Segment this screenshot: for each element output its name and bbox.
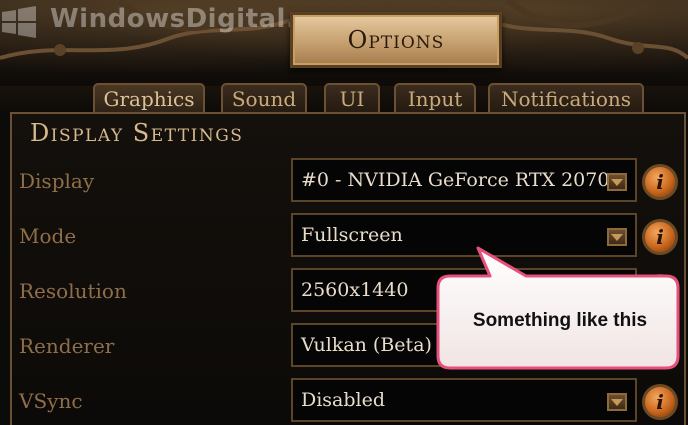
resolution-value: 2560x1440 — [301, 279, 409, 301]
chevron-down-icon[interactable] — [607, 393, 627, 411]
page-title: Options — [347, 26, 445, 54]
right-ornament — [488, 0, 688, 60]
tab-sound[interactable]: Sound — [221, 83, 307, 113]
tab-notifications[interactable]: Notifications — [488, 83, 644, 113]
chevron-down-icon[interactable] — [607, 173, 627, 191]
vsync-value: Disabled — [301, 389, 386, 411]
section-title: Display Settings — [30, 119, 244, 147]
info-icon[interactable]: i — [642, 164, 678, 200]
resolution-label: Resolution — [19, 279, 127, 303]
display-value: #0 - NVIDIA GeForce RTX 2070 — [301, 169, 610, 191]
watermark-logo-icon — [2, 6, 36, 38]
callout-bubble — [436, 246, 680, 370]
tab-graphics[interactable]: Graphics — [93, 83, 205, 113]
tab-ui[interactable]: UI — [324, 83, 380, 113]
mode-value: Fullscreen — [301, 224, 403, 246]
tab-input[interactable]: Input — [394, 83, 476, 113]
renderer-label: Renderer — [19, 334, 115, 358]
display-label: Display — [19, 169, 95, 193]
display-dropdown[interactable]: #0 - NVIDIA GeForce RTX 2070 — [291, 158, 637, 202]
mode-label: Mode — [19, 224, 77, 248]
vsync-label: VSync — [19, 389, 83, 413]
vsync-dropdown[interactable]: Disabled — [291, 378, 637, 422]
callout-text: Something like this — [472, 310, 648, 331]
options-title-plate: Options — [290, 12, 502, 68]
info-icon[interactable]: i — [642, 384, 678, 420]
renderer-value: Vulkan (Beta) — [301, 334, 432, 356]
